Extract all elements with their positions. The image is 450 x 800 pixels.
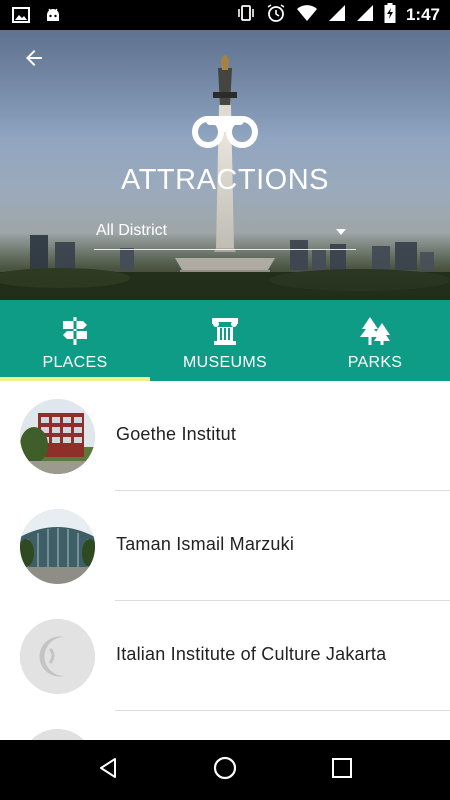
placeholder-logo-icon (20, 619, 95, 694)
tab-parks-label: PARKS (347, 354, 403, 371)
list-item[interactable] (0, 711, 450, 740)
district-selected-value: All District (96, 222, 168, 239)
thumbnail-taman-ismail-marzuki (20, 509, 95, 584)
district-dropdown[interactable]: All District (94, 218, 356, 250)
thumbnail-partial (20, 729, 95, 740)
arrow-back-icon (22, 46, 46, 75)
wifi-icon (296, 4, 318, 27)
tab-places-label: PLACES (42, 354, 108, 371)
page-title: ATTRACTIONS (121, 164, 329, 196)
dropdown-caret-icon (336, 229, 346, 235)
list-item[interactable]: Taman Ismail Marzuki (0, 491, 450, 601)
home-nav-icon (212, 755, 238, 786)
back-button[interactable] (18, 44, 50, 76)
tree-icon (358, 314, 392, 348)
tab-museums-label: MUSEUMS (183, 354, 267, 371)
binoculars-icon (192, 112, 258, 148)
recents-nav-button[interactable] (322, 750, 362, 790)
places-list: Goethe Institut Taman Ismail Marzuki Ita… (0, 381, 450, 740)
recents-nav-icon (331, 757, 353, 784)
signal-icon (356, 4, 374, 27)
list-item-label: Goethe Institut (116, 424, 237, 444)
android-icon (44, 6, 62, 29)
system-nav-bar (0, 740, 450, 800)
header-hero: ATTRACTIONS All District (0, 30, 450, 300)
list-item[interactable]: Italian Institute of Culture Jakarta (0, 601, 450, 711)
thumbnail-goethe (20, 399, 95, 474)
alarm-icon (266, 3, 286, 28)
back-nav-button[interactable] (88, 750, 128, 790)
status-bar: 1:47 (0, 0, 450, 30)
signpost-icon (58, 314, 92, 348)
vibrate-icon (236, 4, 256, 27)
status-time: 1:47 (405, 5, 440, 24)
battery-charging-icon (384, 2, 396, 28)
back-nav-icon (96, 756, 120, 785)
tab-places[interactable]: PLACES (0, 300, 150, 381)
home-nav-button[interactable] (205, 750, 245, 790)
column-icon (208, 314, 242, 348)
list-item-label: Taman Ismail Marzuki (116, 534, 295, 554)
signal-icon (328, 4, 346, 27)
image-icon (12, 7, 30, 28)
category-tabs: PLACES MUSEUMS PARKS (0, 300, 450, 381)
list-item[interactable]: Goethe Institut (0, 381, 450, 491)
tab-parks[interactable]: PARKS (300, 300, 450, 381)
tab-museums[interactable]: MUSEUMS (150, 300, 300, 381)
list-item-label: Italian Institute of Culture Jakarta (116, 644, 387, 664)
